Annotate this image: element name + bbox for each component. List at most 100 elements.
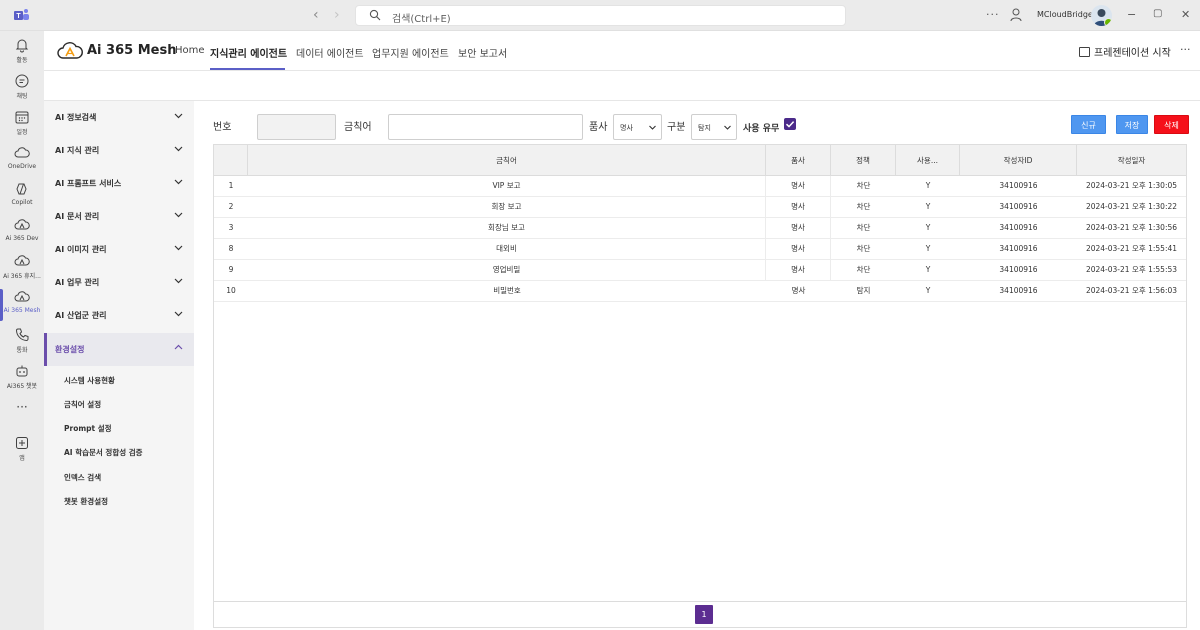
submenu-doc-consistency-check[interactable]: AI 학습문서 정합성 검증 [64, 447, 143, 458]
new-button[interactable]: 신규 [1071, 115, 1106, 134]
menu-item-image-mgmt[interactable]: AI 이미지 관리 [44, 233, 194, 266]
rail-label: 채팅 [16, 93, 28, 100]
minimize-button[interactable]: − [1127, 8, 1136, 21]
maximize-button[interactable]: ▢ [1153, 8, 1162, 19]
cell-use: Y [925, 244, 931, 253]
rail-item-calls[interactable]: 통화 [0, 327, 44, 365]
rail-label: Ai 365 Dev [5, 235, 39, 242]
rail-item-chatbot[interactable]: Ai365 챗봇 [0, 363, 44, 401]
rail-item-chat[interactable]: 채팅 [0, 73, 44, 111]
chevron-down-icon [724, 125, 731, 130]
pos-select[interactable]: 명사 [613, 114, 662, 140]
col-header-rownum [214, 145, 248, 176]
menu-item-industry-mgmt[interactable]: AI 산업군 관리 [44, 299, 194, 332]
submenu-system-usage[interactable]: 시스템 사용현황 [64, 375, 115, 386]
more-options-icon[interactable]: ··· [1180, 43, 1191, 56]
menu-item-label: AI 이미지 관리 [55, 245, 107, 254]
col-header-use[interactable]: 사용... [896, 145, 960, 176]
search-input[interactable]: 검색(Ctrl+E) [355, 5, 846, 26]
rail-item-activity[interactable]: 활동 [0, 37, 44, 75]
table-row[interactable]: 2 회장 보고 명사 차단 Y 34100916 2024-03-21 오후 1… [214, 197, 1186, 218]
tab-home[interactable]: Home [175, 45, 205, 56]
avatar[interactable] [1091, 5, 1112, 26]
rail-item-onedrive[interactable]: OneDrive [0, 145, 44, 183]
rail-label: Copilot [11, 199, 33, 206]
menu-item-work-mgmt[interactable]: AI 업무 관리 [44, 266, 194, 299]
chevron-up-icon [174, 344, 183, 350]
rail-item-ai365-mesh[interactable]: Ai 365 Mesh [0, 289, 44, 327]
rail-item-ai365-trash[interactable]: Ai 365 휴지... [0, 253, 44, 291]
menu-item-label: AI 업무 관리 [55, 278, 100, 287]
cell-word: 대외비 [248, 239, 766, 259]
present-icon [1079, 47, 1090, 57]
present-button[interactable]: 프레젠테이션 시작 [1079, 44, 1171, 59]
table-header: 금칙어 품사 정책 사용... 작성자ID 작성일자 [214, 145, 1186, 176]
cell-author: 34100916 [999, 286, 1038, 295]
cell-pos: 명사 [766, 218, 831, 238]
menu-item-prompt-service[interactable]: AI 프롬프트 서비스 [44, 167, 194, 200]
chevron-down-icon [174, 311, 183, 317]
menu-item-label: AI 정보검색 [55, 113, 97, 122]
user-name: MCloudBridge [1037, 10, 1093, 19]
number-input[interactable] [257, 114, 336, 140]
col-header-date[interactable]: 작성일자 [1077, 145, 1186, 176]
cell-use: Y [925, 223, 931, 232]
use-checkbox[interactable] [784, 118, 796, 130]
menu-item-info-search[interactable]: AI 정보검색 [44, 101, 194, 134]
cloud-app-icon [14, 219, 30, 230]
rail-item-apps[interactable]: 앱 [0, 435, 44, 473]
cell-pos: 명사 [766, 176, 831, 196]
table-row[interactable]: 3 회장님 보고 명사 차단 Y 34100916 2024-03-21 오후 … [214, 218, 1186, 239]
cell-policy: 차단 [856, 265, 871, 274]
checkmark-icon [785, 121, 795, 128]
rail-item-copilot[interactable]: Copilot [0, 181, 44, 219]
menu-item-knowledge-mgmt[interactable]: AI 지식 관리 [44, 134, 194, 167]
forward-arrow-icon[interactable]: › [334, 7, 340, 23]
app-header: Ai 365 Mesh Home 지식관리 에이전트 데이터 에이전트 업무지원… [44, 31, 1200, 71]
delete-button[interactable]: 삭제 [1154, 115, 1189, 134]
cell-rownum: 3 [228, 223, 234, 232]
cell-word: 영업비밀 [248, 260, 766, 280]
col-header-pos[interactable]: 품사 [766, 145, 831, 176]
search-placeholder: 검색(Ctrl+E) [392, 14, 451, 25]
chevron-down-icon [174, 179, 183, 185]
col-header-policy[interactable]: 정책 [831, 145, 896, 176]
cell-pos: 명사 [766, 239, 831, 259]
close-button[interactable]: ✕ [1181, 8, 1190, 21]
table-row[interactable]: 9 영업비밀 명사 차단 Y 34100916 2024-03-21 오후 1:… [214, 260, 1186, 281]
rail-label: OneDrive [7, 163, 37, 170]
rail-item-ai365-dev[interactable]: Ai 365 Dev [0, 217, 44, 255]
tab-knowledge-agent[interactable]: 지식관리 에이전트 [210, 45, 287, 60]
more-options-icon[interactable]: ··· [986, 8, 1000, 21]
col-header-author[interactable]: 작성자ID [960, 145, 1077, 176]
tab-data-agent[interactable]: 데이터 에이전트 [296, 45, 364, 60]
tab-security-report[interactable]: 보안 보고서 [458, 45, 507, 60]
people-icon[interactable] [1010, 8, 1022, 22]
save-button[interactable]: 저장 [1116, 115, 1148, 134]
submenu-index-search[interactable]: 인덱스 검색 [64, 472, 101, 483]
menu-item-label: AI 지식 관리 [55, 146, 100, 155]
cell-use: Y [925, 181, 931, 190]
submenu-forbidden-word-settings[interactable]: 금칙어 설정 [64, 399, 101, 410]
table-row[interactable]: 10 비밀번호 명사 탐지 Y 34100916 2024-03-21 오후 1… [214, 281, 1186, 302]
menu-item-document-mgmt[interactable]: AI 문서 관리 [44, 200, 194, 233]
table-row[interactable]: 1 VIP 보고 명사 차단 Y 34100916 2024-03-21 오후 … [214, 176, 1186, 197]
tab-work-support-agent[interactable]: 업무지원 에이전트 [372, 45, 449, 60]
back-arrow-icon[interactable]: ‹ [313, 7, 319, 23]
content-panel: 번호 금칙어 품사 명사 구분 탐지 사용 유무 신규 저장 삭제 금칙어 품사… [194, 101, 1200, 630]
menu-item-label: AI 프롬프트 서비스 [55, 179, 122, 188]
teams-logo-icon[interactable]: T [14, 8, 30, 22]
table-row[interactable]: 8 대외비 명사 차단 Y 34100916 2024-03-21 오후 1:5… [214, 239, 1186, 260]
more-icon: ··· [16, 400, 28, 414]
menu-item-settings[interactable]: 환경설정 [44, 333, 194, 366]
submenu-prompt-settings[interactable]: Prompt 설정 [64, 423, 112, 434]
chat-icon [15, 74, 29, 88]
category-select[interactable]: 탐지 [691, 114, 737, 140]
keyword-input[interactable] [388, 114, 583, 140]
rail-item-more[interactable]: ··· [0, 401, 44, 439]
submenu-chatbot-settings[interactable]: 챗봇 환경설정 [64, 496, 108, 507]
col-header-word[interactable]: 금칙어 [248, 145, 766, 176]
chevron-down-icon [174, 245, 183, 251]
rail-item-calendar[interactable]: 일정 [0, 109, 44, 147]
page-button-current[interactable]: 1 [695, 605, 713, 624]
